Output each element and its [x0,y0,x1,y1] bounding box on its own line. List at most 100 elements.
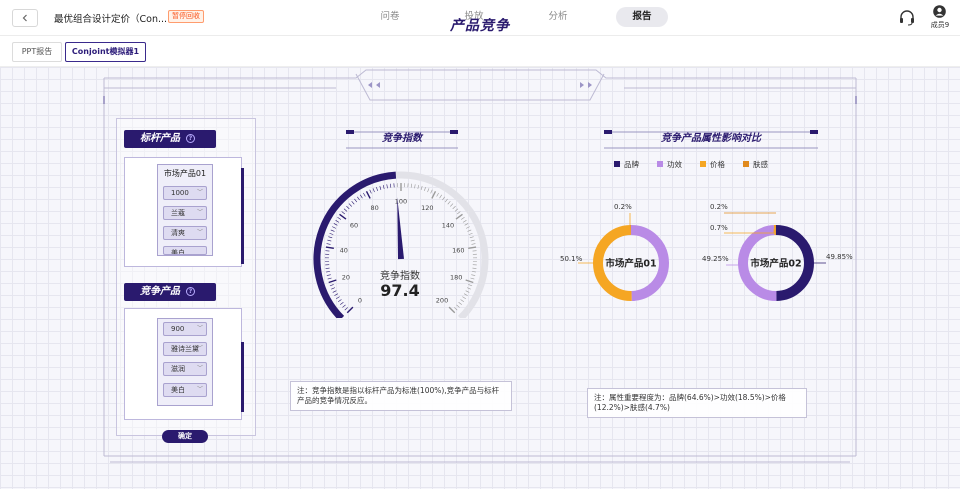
gauge-minor-tick [332,290,337,293]
gauge-minor-tick [467,229,472,232]
gauge-minor-tick [472,267,477,269]
gauge-value: 97.4 [380,281,420,300]
donut-percent-label: 50.1% [560,255,583,263]
benchmark-product-name: 市场产品01 [163,169,207,178]
gauge-tick-label: 120 [421,204,433,212]
gauge-minor-tick [379,185,382,190]
gauge-minor-tick [351,201,355,205]
legend-item[interactable]: 价格 [700,158,725,170]
gauge-minor-tick [454,208,459,212]
gauge-tick-label: 0 [358,297,362,305]
gauge-minor-tick [357,196,360,201]
benchmark-texture-select[interactable]: 清爽 ﹀ [163,226,207,240]
competitor-brand-select[interactable]: 雅诗兰黛 ﹀ [163,342,207,356]
gauge-minor-tick [360,194,363,199]
gauge-minor-tick [327,277,332,280]
gauge-minor-tick [340,301,344,305]
section-title: 产品竞争 [450,18,510,34]
gauge-minor-tick [344,307,348,311]
chevron-down-icon: ﹀ [196,189,203,196]
gauge-minor-tick [369,189,372,194]
legend-label: 功效 [667,159,682,169]
donut-center-label: 市场产品01 [605,258,656,270]
select-value: 兰蔻 [171,209,185,217]
benchmark-effect-select[interactable]: 美白 [163,246,207,255]
gauge-minor-tick [466,226,470,229]
donut-percent-label: 49.85% [826,253,853,261]
gauge-minor-tick [410,183,413,188]
gauge-minor-tick [471,271,476,273]
legend-item[interactable]: 功效 [657,158,682,170]
gauge-minor-tick [458,301,462,305]
attribute-note: 注：属性重要程度为：品牌(64.6%)>功效(18.5%)>价格(12.2%)>… [587,388,807,418]
gauge-minor-tick [470,277,475,280]
question-icon[interactable]: ? [186,287,195,296]
gauge-minor-tick [336,296,340,299]
competitor-price-select[interactable]: 900 ﹀ [163,322,207,336]
gauge-minor-tick [461,217,465,220]
legend-item[interactable]: 肤感 [743,158,768,170]
confirm-button[interactable]: 确定 [162,430,208,443]
gauge-minor-tick [341,211,345,215]
gauge-minor-tick [386,184,388,189]
gauge-tick-label: 140 [442,221,454,229]
gauge-minor-tick [376,187,378,191]
question-icon[interactable]: ? [186,134,195,143]
competitor-texture-select[interactable]: 滋润 ﹀ [163,362,207,376]
legend-swatch [614,161,620,167]
gauge-minor-tick [348,203,352,207]
gauge-minor-tick [463,293,468,296]
gauge-label: 竞争指数 [380,271,420,282]
gauge-minor-tick [444,198,448,203]
select-value: 滋润 [171,365,185,373]
gauge-major-tick [339,213,347,220]
gauge-minor-tick [330,229,335,232]
benchmark-scrollbar[interactable] [241,168,244,264]
attribute-donut-charts: 市场产品01 市场产品02 0.2% 50.1% 0.2% 0.7% 49.25% 49.85… [560,203,853,301]
legend-item[interactable]: 品牌 [614,158,639,170]
gauge-major-tick [431,190,437,199]
benchmark-brand-select[interactable]: 兰蔻 ﹀ [163,206,207,220]
gauge-minor-tick [328,236,333,239]
gauge-minor-tick [372,188,375,193]
competitor-scrollbar[interactable] [241,342,244,412]
gauge-minor-tick [382,185,385,190]
gauge-major-tick [465,279,474,284]
gauge-minor-tick [333,223,338,226]
legend-label: 肤感 [753,159,768,169]
gauge-minor-tick [439,194,442,199]
gauge-tick-label: 60 [350,221,358,229]
gauge-major-tick [448,306,456,314]
donut-percent-label: 0.2% [710,203,728,211]
benchmark-price-select[interactable]: 1000 ﹀ [163,186,207,200]
gauge-minor-tick [464,223,469,226]
legend-swatch [657,161,663,167]
gauge-major-tick [365,190,371,199]
gauge-minor-tick [450,203,454,207]
compare-legend: 品牌 功效 价格 肤感 [614,158,794,170]
gauge-minor-tick [414,184,416,189]
gauge-minor-tick [343,208,348,212]
select-value: 清爽 [171,229,185,237]
gauge-minor-tick [337,299,342,302]
gauge-minor-tick [430,189,433,194]
gauge-minor-tick [329,232,334,235]
gauge-minor-tick [442,196,445,201]
legend-swatch [743,161,749,167]
competitor-effect-select[interactable]: 美白 ﹀ [163,383,207,397]
select-value: 美白 [171,249,185,255]
gauge-minor-tick [468,284,473,287]
chevron-down-icon: ﹀ [196,325,203,332]
gauge-minor-tick [470,239,475,242]
gauge-minor-tick [331,287,336,290]
gauge-minor-tick [454,307,458,311]
gauge-minor-tick [420,185,423,190]
gauge-minor-tick [468,232,473,235]
gauge-needle [397,197,404,260]
gauge-minor-tick [424,187,426,191]
legend-label: 品牌 [624,159,639,169]
gauge-minor-tick [326,271,331,273]
legend-label: 价格 [710,159,725,169]
gauge-minor-tick [447,201,451,205]
gauge-minor-tick [462,296,466,299]
